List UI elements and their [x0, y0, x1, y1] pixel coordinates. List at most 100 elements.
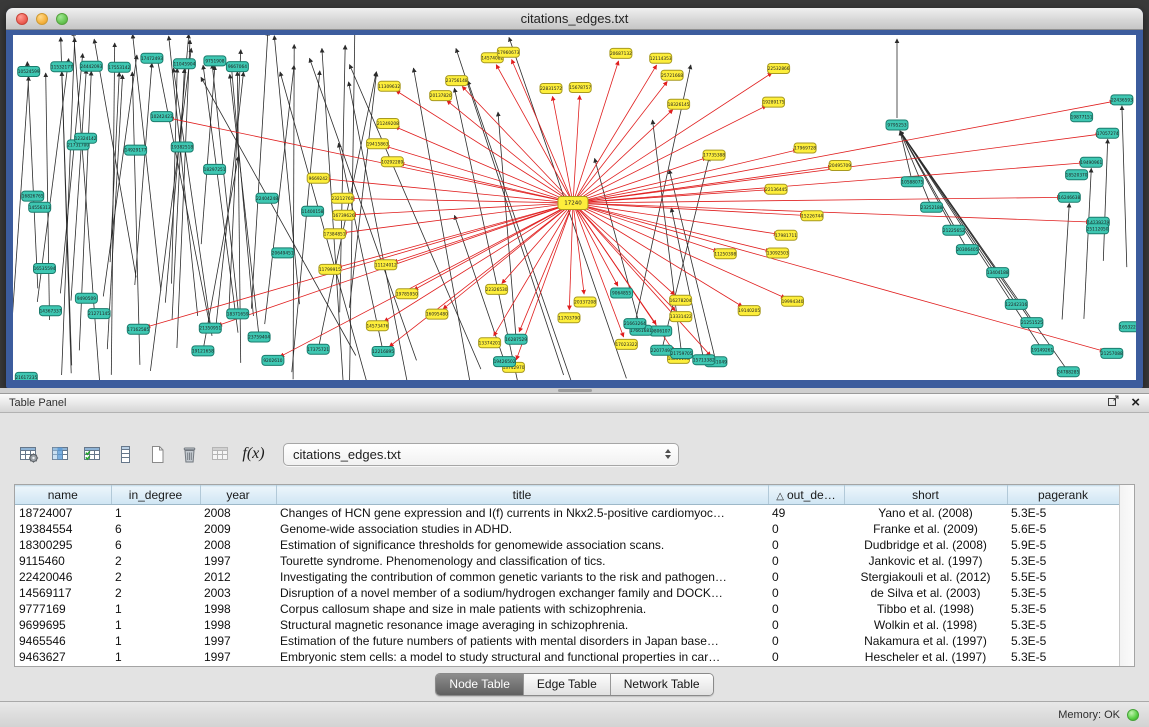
svg-text:13404188: 13404188	[987, 270, 1009, 276]
column-header-name[interactable]: name	[15, 486, 111, 505]
table-cell: 2	[111, 569, 200, 585]
table-cell: 19384554	[15, 521, 111, 537]
table-cell: 9777169	[15, 601, 111, 617]
table-cell: 49	[768, 505, 844, 521]
column-header-pagerank[interactable]: pagerank	[1007, 486, 1119, 505]
table-cell: Investigating the contribution of common…	[276, 569, 768, 585]
table-body: 1872400712008Changes of HCN gene express…	[15, 505, 1119, 665]
delete-table-button[interactable]	[176, 441, 203, 467]
table-row[interactable]: 946554611997Estimation of the future num…	[15, 633, 1119, 649]
svg-text:17057274: 17057274	[1097, 131, 1119, 137]
table-row[interactable]: 1830029562008Estimation of significance …	[15, 537, 1119, 553]
svg-text:15713382: 15713382	[693, 357, 715, 363]
svg-text:9795253: 9795253	[887, 123, 906, 129]
show-columns-button[interactable]	[48, 441, 75, 467]
svg-text:20137820: 20137820	[430, 93, 452, 99]
tab-edge-table[interactable]: Edge Table	[524, 674, 611, 695]
table-row[interactable]: 1872400712008Changes of HCN gene express…	[15, 505, 1119, 521]
table-cell: Estimation of the future numbers of pati…	[276, 633, 768, 649]
table-cell: 0	[768, 537, 844, 553]
network-graph[interactable]: 1724015226744179817111309250311250398199…	[13, 35, 1136, 380]
table-gray-icon	[211, 445, 232, 464]
svg-text:16287529: 16287529	[505, 337, 527, 343]
table-cell: Dudbridge et al. (2008)	[844, 537, 1007, 553]
table-cell: 5.3E-5	[1007, 553, 1119, 569]
table-row[interactable]: 2242004622012Investigating the contribut…	[15, 569, 1119, 585]
table-row[interactable]: 1456911722003Disruption of a novel membe…	[15, 585, 1119, 601]
table-row[interactable]: 977716911998Corpus callosum shape and si…	[15, 601, 1119, 617]
svg-text:17981711: 17981711	[775, 233, 797, 239]
table-cell: Genome-wide association studies in ADHD.	[276, 521, 768, 537]
table-source-select[interactable]: citations_edges.txt	[283, 443, 679, 466]
table-options-button[interactable]	[16, 441, 43, 467]
svg-text:10524599: 10524599	[18, 69, 40, 75]
svg-text:22136445: 22136445	[765, 187, 787, 193]
svg-text:11250398: 11250398	[714, 251, 736, 257]
svg-text:20649451: 20649451	[272, 251, 294, 257]
table-cell: 9115460	[15, 553, 111, 569]
row-options-button[interactable]	[112, 441, 139, 467]
svg-text:9064855: 9064855	[612, 291, 631, 297]
import-table-button[interactable]	[208, 441, 235, 467]
function-builder-button[interactable]: f(x)	[240, 441, 267, 467]
svg-text:18371659: 18371659	[227, 312, 249, 318]
new-table-button[interactable]	[144, 441, 171, 467]
memory-indicator-icon[interactable]	[1127, 709, 1139, 721]
table-cell: Wolkin et al. (1998)	[844, 617, 1007, 633]
svg-text:10242423: 10242423	[151, 114, 173, 120]
close-window-button[interactable]	[16, 13, 28, 25]
table-row[interactable]: 969969511998Structural magnetic resonanc…	[15, 617, 1119, 633]
svg-text:17735388: 17735388	[703, 153, 725, 159]
table-cell: 5.5E-5	[1007, 569, 1119, 585]
table-cell: 2003	[200, 585, 276, 601]
svg-text:9806107: 9806107	[651, 329, 670, 335]
close-panel-icon[interactable]: ×	[1131, 397, 1140, 409]
svg-text:24442093: 24442093	[80, 64, 102, 70]
float-panel-icon[interactable]	[1107, 394, 1120, 412]
svg-text:17960673: 17960673	[497, 50, 519, 56]
window-controls	[16, 13, 68, 25]
svg-text:11532177: 11532177	[51, 64, 73, 70]
svg-text:16826765: 16826765	[22, 194, 44, 200]
panel-divider-handle[interactable]	[558, 389, 592, 392]
edit-columns-button[interactable]	[80, 441, 107, 467]
svg-text:14929177: 14929177	[125, 148, 147, 154]
tab-node-table[interactable]: Node Table	[436, 674, 524, 695]
table-row[interactable]: 946362711997Embryonic stem cells: a mode…	[15, 649, 1119, 665]
table-cell: 9463627	[15, 649, 111, 665]
svg-text:25721668: 25721668	[661, 73, 683, 79]
column-header-out_de[interactable]: △out_de…	[768, 486, 844, 505]
table-cell: 9699695	[15, 617, 111, 633]
svg-text:13331422: 13331422	[670, 314, 692, 320]
window-titlebar[interactable]: citations_edges.txt	[6, 8, 1143, 30]
column-header-year[interactable]: year	[200, 486, 276, 505]
svg-text:20337208: 20337208	[574, 300, 596, 306]
table-cell: 5.3E-5	[1007, 505, 1119, 521]
table-cell: 5.3E-5	[1007, 649, 1119, 665]
svg-text:10292289: 10292289	[381, 159, 403, 165]
svg-text:19121658: 19121658	[192, 349, 214, 355]
table-cell: 1998	[200, 617, 276, 633]
svg-text:9751908: 9751908	[205, 59, 224, 65]
table-cell: 1	[111, 649, 200, 665]
svg-text:21663264: 21663264	[624, 321, 646, 327]
table-row[interactable]: 911546021997Tourette syndrome. Phenomeno…	[15, 553, 1119, 569]
column-header-in_degree[interactable]: in_degree	[111, 486, 200, 505]
svg-text:23252188: 23252188	[921, 205, 943, 211]
combobox-arrows-icon	[665, 449, 671, 459]
memory-status-label: Memory: OK	[1058, 709, 1120, 721]
svg-text:23759404: 23759404	[248, 335, 270, 341]
minimize-window-button[interactable]	[36, 13, 48, 25]
svg-text:12324142: 12324142	[75, 136, 97, 142]
network-view-window: citations_edges.txt 17240152267441798171…	[6, 8, 1143, 388]
tab-network-table[interactable]: Network Table	[611, 674, 713, 695]
column-header-title[interactable]: title	[276, 486, 768, 505]
zoom-window-button[interactable]	[56, 13, 68, 25]
svg-text:17472493: 17472493	[141, 56, 163, 62]
table-scrollbar[interactable]	[1119, 485, 1134, 666]
svg-text:19877151: 19877151	[1071, 114, 1093, 120]
table-row[interactable]: 1938455462009Genome-wide association stu…	[15, 521, 1119, 537]
network-canvas[interactable]: 1724015226744179817111309250311250398199…	[13, 35, 1136, 380]
table-cell: 0	[768, 521, 844, 537]
column-header-short[interactable]: short	[844, 486, 1007, 505]
